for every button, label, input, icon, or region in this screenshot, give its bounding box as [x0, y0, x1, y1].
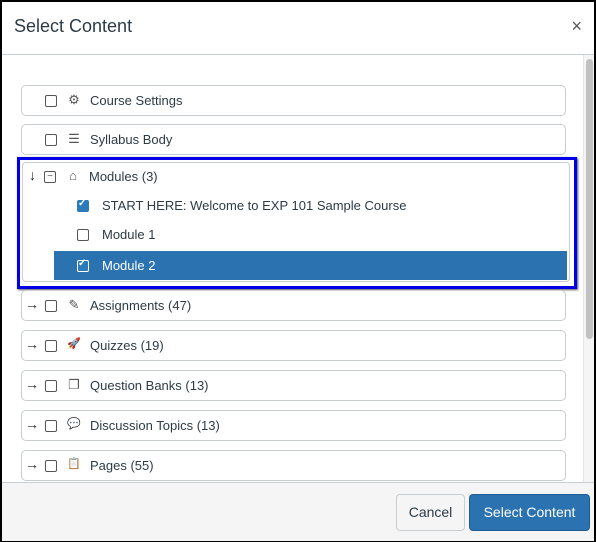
dialog-title: Select Content [14, 16, 133, 36]
select-content-button[interactable]: Select Content [469, 494, 590, 531]
module-checkbox[interactable] [77, 229, 89, 241]
quiz-icon: 🚀 [67, 338, 81, 350]
module-label: START HERE: Welcome to EXP 101 Sample Co… [102, 198, 407, 213]
tree-item-question-banks[interactable]: → ❐ Question Banks (13) [21, 370, 566, 401]
tree-item-label: Modules (3) [89, 169, 158, 184]
scrollbar-thumb[interactable] [586, 59, 593, 339]
tree-item-label: Discussion Topics (13) [90, 418, 220, 433]
module-checkbox[interactable] [77, 198, 89, 212]
module-row-selected[interactable]: Module 2 [54, 251, 567, 280]
tree-item-quizzes[interactable]: → 🚀 Quizzes (19) [21, 330, 566, 361]
course-settings-checkbox[interactable] [45, 95, 57, 107]
assignment-icon: ✎ [68, 297, 80, 312]
question-bank-icon: ❐ [68, 377, 80, 392]
expand-arrow-icon[interactable]: → [25, 456, 39, 472]
tree-item-modules: ↓ − ⌂ Modules (3) START HERE: Welcome to… [22, 162, 570, 282]
modules-icon: ⌂ [69, 168, 77, 183]
module-label: Module 1 [102, 227, 156, 242]
expand-arrow-icon[interactable]: → [25, 296, 39, 312]
question-banks-checkbox[interactable] [45, 380, 57, 392]
module-checkbox[interactable] [77, 258, 89, 272]
expand-arrow-icon[interactable]: → [25, 376, 39, 392]
assignments-checkbox[interactable] [45, 300, 57, 312]
dialog-header: Select Content × [2, 2, 594, 55]
discussion-icon: 💬 [67, 418, 81, 430]
scrollbar[interactable] [583, 55, 594, 482]
discussion-topics-checkbox[interactable] [45, 420, 57, 432]
tree-item-discussion-topics[interactable]: → 💬 Discussion Topics (13) [21, 410, 566, 441]
expand-arrow-icon[interactable]: → [25, 416, 39, 432]
modules-highlight: ↓ − ⌂ Modules (3) START HERE: Welcome to… [17, 157, 577, 289]
quizzes-checkbox[interactable] [45, 340, 57, 352]
syllabus-body-checkbox[interactable] [45, 134, 57, 146]
pages-icon: 📋 [67, 458, 81, 470]
tree-item-label: Quizzes (19) [90, 338, 164, 353]
tree-item-syllabus-body[interactable]: ☰ Syllabus Body [21, 124, 566, 155]
cancel-button[interactable]: Cancel [396, 494, 465, 531]
tree-item-pages[interactable]: → 📋 Pages (55) [21, 450, 566, 481]
tree-item-label: Course Settings [90, 93, 183, 108]
collapse-arrow-icon[interactable]: ↓ [29, 167, 36, 183]
expand-arrow-icon[interactable]: → [25, 336, 39, 352]
tree-item-course-settings[interactable]: ⚙ Course Settings [21, 85, 566, 116]
close-icon[interactable]: × [571, 17, 582, 35]
modules-partial-checkbox[interactable]: − [44, 171, 56, 183]
tree-item-assignments[interactable]: → ✎ Assignments (47) [21, 290, 566, 321]
tree-item-label: Question Banks (13) [90, 378, 209, 393]
content-tree: ⚙ Course Settings ☰ Syllabus Body ↓ − ⌂ … [2, 55, 594, 482]
gear-icon: ⚙ [68, 92, 80, 107]
select-content-dialog: Select Content × ⚙ Course Settings ☰ Syl… [2, 2, 594, 541]
dialog-footer: Cancel Select Content [2, 482, 594, 541]
tree-item-label: Syllabus Body [90, 132, 173, 147]
tree-item-label: Assignments (47) [90, 298, 192, 313]
pages-checkbox[interactable] [45, 460, 57, 472]
tree-item-label: Pages (55) [90, 458, 154, 473]
module-label: Module 2 [102, 258, 156, 273]
syllabus-icon: ☰ [68, 131, 80, 146]
